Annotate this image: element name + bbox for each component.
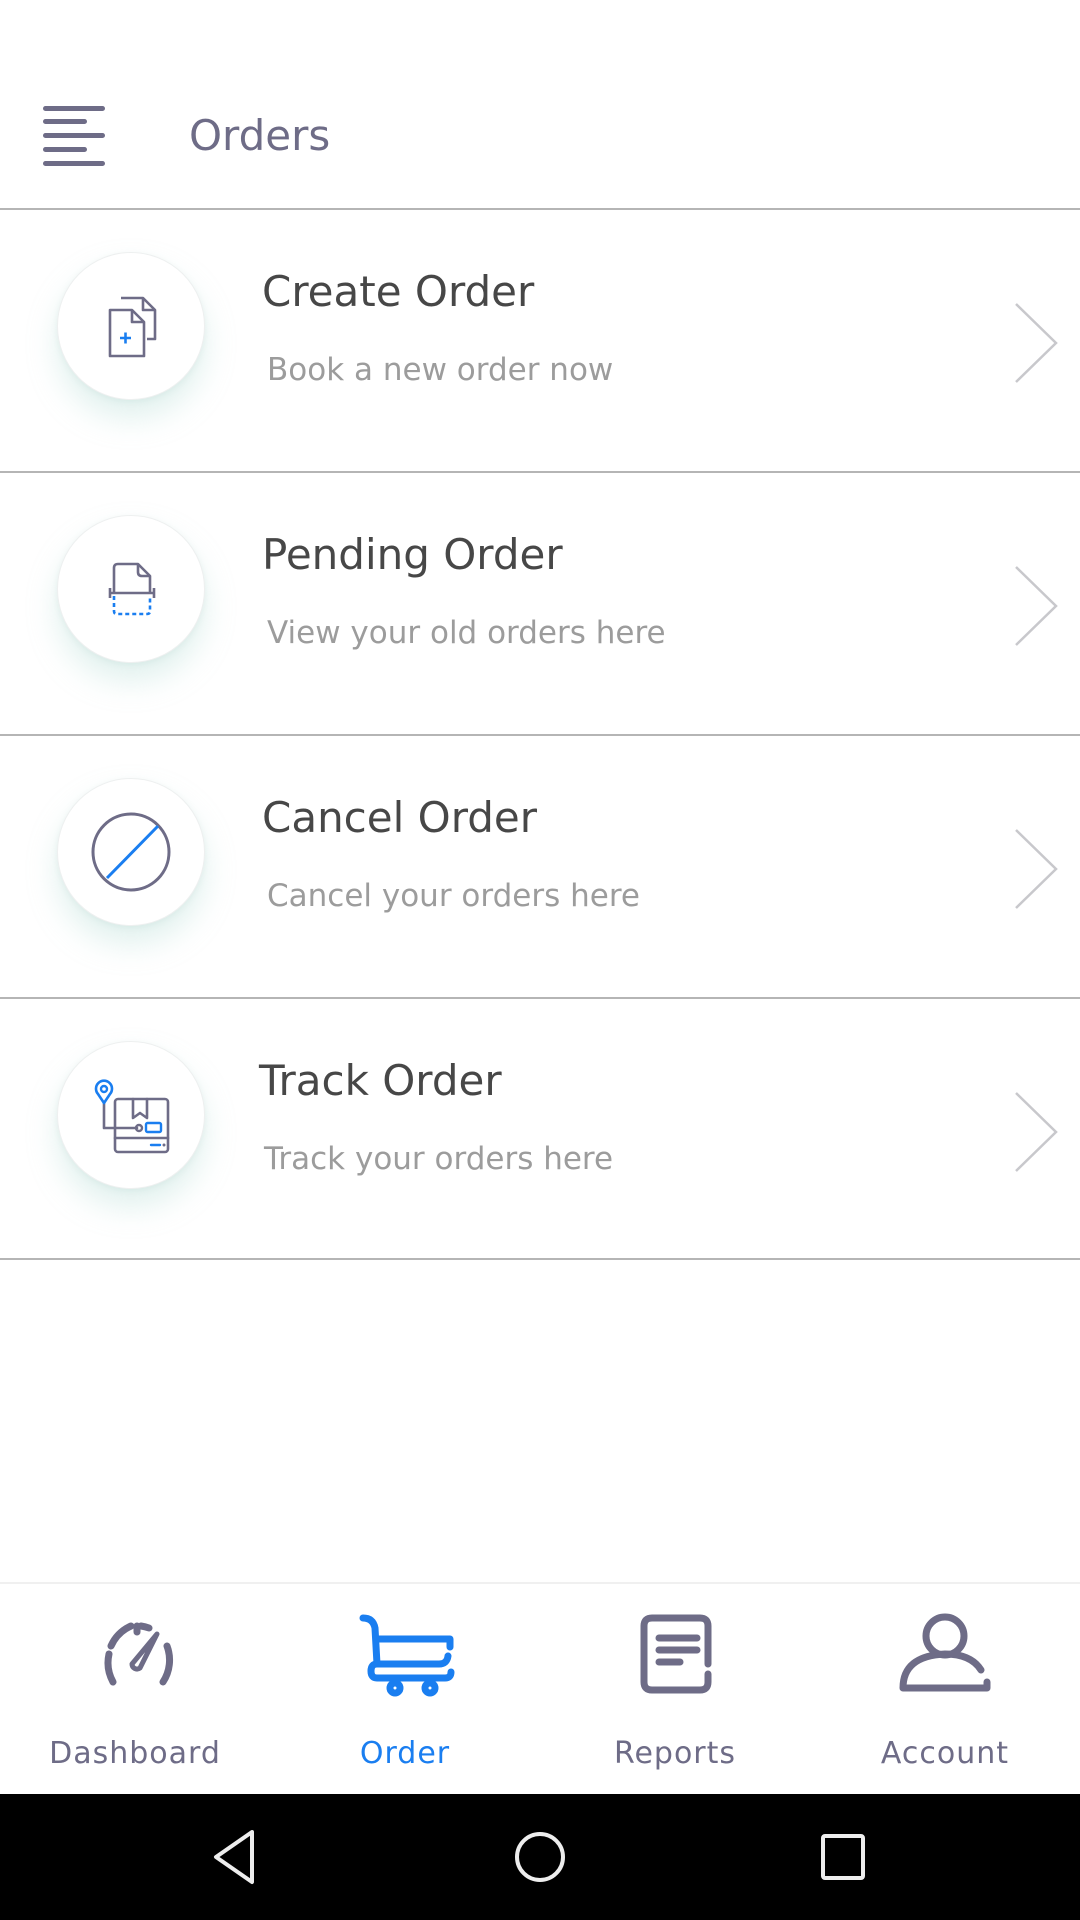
create-order-item[interactable]: Create Order Book a new order now: [0, 210, 1080, 473]
nav-dashboard[interactable]: Dashboard: [0, 1584, 270, 1794]
nav-reports[interactable]: Reports: [540, 1584, 810, 1794]
track-order-item[interactable]: Track Order Track your orders here: [0, 999, 1080, 1260]
chevron-right-icon: [1015, 829, 1058, 909]
system-navigation-bar: [0, 1794, 1080, 1920]
home-icon: [515, 1832, 565, 1882]
pending-order-item[interactable]: Pending Order View your old orders here: [0, 473, 1080, 736]
chevron-right-icon: [1015, 566, 1058, 646]
menu-button[interactable]: [40, 100, 110, 172]
home-button[interactable]: [505, 1822, 575, 1892]
recents-button[interactable]: [808, 1822, 878, 1892]
recents-icon: [821, 1834, 865, 1880]
user-icon: [899, 1613, 991, 1692]
create-document-icon: [57, 252, 205, 400]
nav-dashboard-label: Dashboard: [49, 1736, 221, 1771]
track-order-subtitle: Track your orders here: [264, 1141, 614, 1177]
cart-icon: [359, 1614, 455, 1697]
nav-account-label: Account: [880, 1736, 1010, 1771]
chevron-right-icon: [1015, 1092, 1058, 1172]
pending-order-subtitle: View your old orders here: [267, 615, 666, 651]
nav-reports-label: Reports: [613, 1736, 737, 1771]
create-order-title: Create Order: [262, 267, 535, 316]
create-order-subtitle: Book a new order now: [267, 352, 614, 388]
page-title: Orders: [189, 111, 331, 160]
nav-account[interactable]: Account: [810, 1584, 1080, 1794]
chevron-right-icon: [1015, 303, 1058, 383]
track-order-title: Track Order: [259, 1056, 502, 1105]
track-package-icon: [57, 1041, 205, 1189]
nav-order-label: Order: [359, 1736, 451, 1771]
pending-document-icon: [57, 515, 205, 663]
report-icon: [640, 1614, 712, 1694]
back-button[interactable]: [200, 1822, 270, 1892]
nav-order[interactable]: Order: [270, 1584, 540, 1794]
cancel-icon: [57, 778, 205, 926]
cancel-order-item[interactable]: Cancel Order Cancel your orders here: [0, 736, 1080, 999]
bottom-navigation: Dashboard Order Reports Account: [0, 1582, 1080, 1794]
pending-order-title: Pending Order: [262, 530, 563, 579]
speedometer-icon: [104, 1622, 174, 1686]
cancel-order-subtitle: Cancel your orders here: [267, 878, 640, 914]
app-header: Orders: [0, 0, 1080, 210]
back-icon: [214, 1830, 254, 1884]
cancel-order-title: Cancel Order: [262, 793, 537, 842]
orders-menu-list: Create Order Book a new order now Pendin…: [0, 210, 1080, 1260]
